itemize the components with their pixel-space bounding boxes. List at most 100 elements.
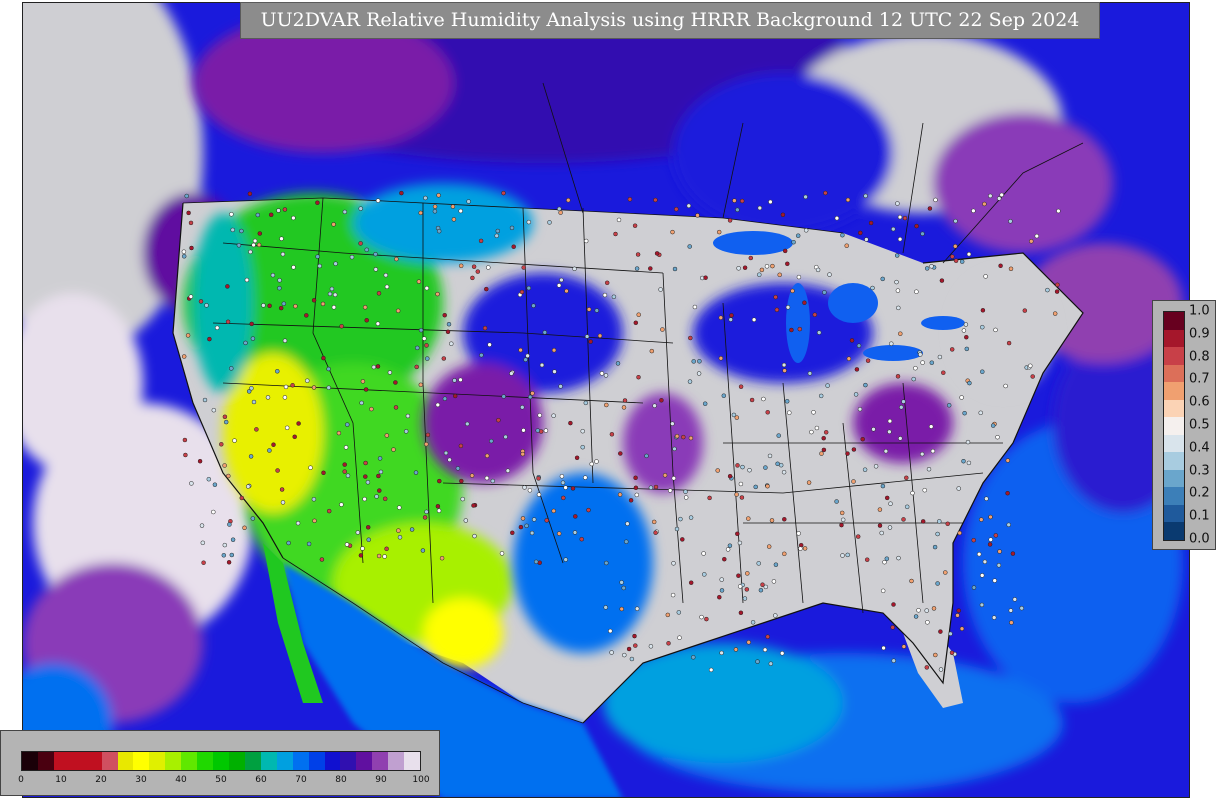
station-dot [672, 446, 677, 452]
station-dot [229, 212, 234, 217]
station-dot [321, 355, 326, 361]
station-dot [557, 206, 562, 212]
station-dot [782, 517, 787, 522]
station-dot [688, 435, 694, 441]
station-dot [632, 223, 638, 228]
station-dot [282, 338, 288, 343]
station-dot [251, 399, 257, 405]
station-dot [670, 421, 675, 426]
station-dot [979, 602, 985, 608]
station-dot [572, 266, 577, 272]
station-dot [568, 420, 573, 426]
station-dot [651, 519, 657, 525]
station-dot [413, 470, 419, 475]
station-dot [360, 546, 365, 551]
station-dot [613, 231, 618, 237]
station-dot [719, 588, 725, 593]
station-dot [311, 385, 317, 390]
station-dot [959, 259, 965, 264]
station-dot [931, 606, 937, 611]
station-dot [821, 447, 827, 453]
station-dot [332, 292, 338, 298]
station-dot [733, 647, 739, 652]
station-dot [261, 303, 266, 308]
station-dot [226, 560, 232, 565]
station-dot [487, 342, 492, 347]
station-dot [738, 481, 744, 487]
station-dot [987, 542, 993, 547]
station-dot [436, 508, 442, 513]
station-dot [1009, 620, 1014, 625]
station-dot [252, 238, 258, 244]
ratio-colorbar-legend: 1.0 0.9 0.8 0.7 0.6 0.5 0.4 0.3 0.2 0.1 0.0 [1152, 300, 1216, 550]
station-dot [393, 405, 399, 410]
station-dot [708, 667, 714, 673]
station-dot [247, 191, 253, 197]
station-dot [956, 608, 961, 613]
station-dot [982, 559, 988, 565]
station-dot [707, 495, 712, 501]
station-dot [898, 331, 903, 336]
station-dot [396, 528, 401, 533]
rh-colorbar-segment [69, 752, 86, 770]
station-dot [636, 374, 641, 380]
station-dot [659, 398, 664, 403]
station-dot [619, 580, 624, 585]
station-dot [776, 433, 781, 438]
station-dot [877, 507, 883, 512]
station-dot [871, 427, 876, 432]
rh-colorbar-segment [372, 752, 389, 770]
station-dot [243, 340, 248, 346]
station-dot [435, 291, 440, 297]
station-dot [628, 498, 634, 503]
station-dot [774, 307, 780, 313]
station-dot [950, 254, 955, 259]
station-dot [891, 602, 896, 607]
station-dot [946, 403, 952, 408]
station-dot [531, 303, 536, 308]
station-dot [184, 193, 189, 199]
station-dot [670, 229, 675, 235]
station-dot [699, 614, 704, 620]
station-dot [619, 606, 624, 612]
station-dot [745, 571, 750, 576]
station-dot [901, 644, 907, 649]
station-dot [691, 359, 696, 364]
station-dot [719, 650, 724, 656]
ratio-tick-label: 0.0 [1189, 531, 1210, 547]
station-dot [183, 452, 188, 458]
station-dot [519, 289, 525, 295]
station-dot [964, 346, 970, 352]
station-dot [556, 531, 562, 536]
station-dot [904, 504, 910, 510]
station-dot [961, 328, 967, 333]
station-dot [531, 517, 537, 522]
ratio-colorbar-segment [1164, 364, 1184, 383]
station-dot [983, 274, 988, 279]
station-dot [865, 358, 871, 363]
station-dot [249, 321, 254, 327]
station-dot [965, 439, 971, 445]
station-dot [424, 441, 429, 447]
station-dot [533, 559, 539, 565]
station-dot [633, 475, 638, 481]
station-dot [574, 455, 580, 461]
station-dot [521, 265, 526, 270]
station-dot [248, 454, 254, 459]
station-dot [284, 425, 290, 431]
station-dot [376, 553, 382, 559]
station-dot [365, 525, 371, 530]
ratio-colorbar-segment [1164, 312, 1184, 331]
rh-colorbar-segment [181, 752, 198, 770]
station-dot [779, 651, 785, 656]
station-dot [982, 201, 987, 207]
station-dot [746, 640, 751, 645]
station-dot [602, 292, 608, 298]
station-dot [452, 378, 457, 383]
station-dot [469, 473, 475, 478]
station-dot [971, 585, 977, 590]
station-dot [509, 371, 514, 376]
station-dot [941, 370, 946, 375]
station-dot [827, 272, 832, 277]
station-dot [666, 641, 671, 646]
